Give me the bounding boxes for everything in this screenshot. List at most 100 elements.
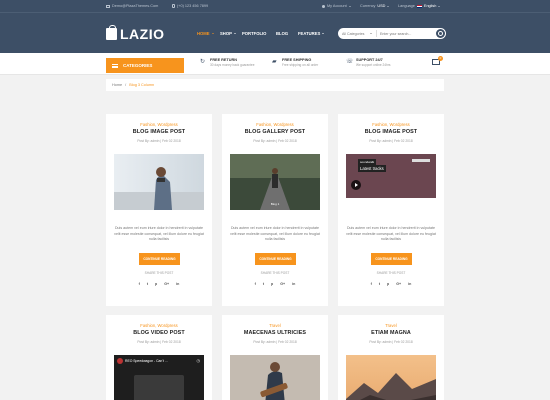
post-category[interactable]: Travel — [338, 323, 444, 328]
soundcloud-logo-icon — [412, 159, 430, 162]
flag-icon — [416, 4, 422, 8]
post-category[interactable]: Fashion, Wordpress — [222, 122, 328, 127]
post-title[interactable]: BLOG GALLERY POST — [222, 129, 328, 135]
linkedin-icon[interactable]: in — [176, 282, 179, 286]
nav-home[interactable]: HOME — [197, 31, 214, 36]
currency-value: USD — [377, 4, 386, 8]
linkedin-icon[interactable]: in — [292, 282, 295, 286]
post-title[interactable]: BLOG IMAGE POST — [106, 129, 212, 135]
nav-features[interactable]: FEATURES — [298, 31, 325, 36]
post-category[interactable]: Fashion, Wordpress — [106, 323, 212, 328]
nav-portfolio[interactable]: PORTFOLIO — [242, 31, 266, 36]
gallery-slide-label: Blog 1 — [270, 202, 280, 206]
feature-support: ☏ SUPPORT 24/7 We support online 24hrs — [346, 58, 391, 67]
video-player[interactable]: REO Speedwagon - Can't ... ◷ — [114, 355, 204, 400]
continue-reading-button[interactable]: CONTINUE READING — [371, 253, 412, 265]
chevron-down-icon — [322, 33, 325, 34]
google-plus-icon[interactable]: G+ — [164, 282, 169, 286]
audio-player[interactable]: soundwalk Latest tracks — [346, 154, 436, 210]
social-share: f t p G+ in — [338, 282, 444, 286]
blog-post-card: Travel ETIAM MAGNA Post By: admin | Feb … — [338, 315, 444, 400]
facebook-icon[interactable]: f — [255, 282, 256, 286]
blog-post-card: Travel MAECENAS ULTRICIES Post By: admin… — [222, 315, 328, 400]
currency-label: Currency — [360, 4, 376, 8]
pinterest-icon[interactable]: p — [271, 282, 273, 286]
nav-home-label: HOME — [197, 31, 210, 36]
blog-post-card: Fashion, Wordpress BLOG GALLERY POST Pos… — [222, 114, 328, 306]
post-title[interactable]: MAECENAS ULTRICIES — [222, 330, 328, 336]
play-icon[interactable] — [351, 180, 361, 190]
nav-shop-label: SHOP — [220, 31, 232, 36]
google-plus-icon[interactable]: G+ — [396, 282, 401, 286]
language-value: English — [423, 4, 437, 8]
post-image[interactable] — [346, 355, 436, 400]
post-category[interactable]: Fashion, Wordpress — [106, 122, 212, 127]
share-label: SHARE THIS POST — [376, 271, 406, 275]
categories-button[interactable]: CATEGORIES — [106, 58, 184, 73]
video-title: REO Speedwagon - Can't ... — [125, 359, 168, 363]
nav-blog[interactable]: BLOG — [276, 31, 288, 36]
facebook-icon[interactable]: f — [139, 282, 140, 286]
channel-avatar — [117, 358, 123, 364]
breadcrumb-separator: / — [125, 83, 127, 87]
social-share: f t p G+ in — [106, 282, 212, 286]
site-logo[interactable]: LAZIO — [106, 25, 165, 42]
search-button[interactable] — [436, 29, 445, 38]
google-plus-icon[interactable]: G+ — [280, 282, 285, 286]
linkedin-icon[interactable]: in — [408, 282, 411, 286]
post-image[interactable] — [230, 355, 320, 400]
blog-post-card: Fashion, Wordpress BLOG IMAGE POST Post … — [106, 114, 212, 306]
feature-free-return: ↻ FREE RETURN 30 days money back guarant… — [200, 58, 254, 67]
twitter-icon[interactable]: t — [379, 282, 380, 286]
feature-subtitle: 30 days money back guarantee — [210, 63, 255, 67]
refresh-icon: ↻ — [200, 59, 206, 65]
email-contact[interactable]: Demo@PlazaThemes.Com — [106, 4, 158, 8]
shopping-bag-icon — [106, 25, 117, 40]
post-category[interactable]: Fashion, Wordpress — [338, 122, 444, 127]
logo-text: LAZIO — [120, 26, 165, 42]
facebook-icon[interactable]: f — [371, 282, 372, 286]
continue-reading-button[interactable]: CONTINUE READING — [255, 253, 296, 265]
currency-selector[interactable]: Currency USD — [360, 4, 390, 8]
divider — [376, 30, 377, 37]
player-track-title: Latest tracks — [358, 165, 386, 172]
categories-label: CATEGORIES — [123, 63, 153, 68]
post-excerpt: Duis autem vel eum iriure dolor in hendr… — [230, 226, 320, 242]
blog-post-card: Fashion, Wordpress BLOG IMAGE POST Post … — [338, 114, 444, 306]
truck-icon: ▰ — [272, 59, 277, 65]
chevron-down-icon — [370, 33, 373, 34]
nav-features-label: FEATURES — [298, 31, 321, 36]
language-selector[interactable]: Language English — [398, 4, 441, 8]
account-label: My Account — [327, 4, 347, 8]
feature-title: FREE SHIPPING — [282, 58, 312, 62]
user-icon — [322, 4, 325, 8]
breadcrumb-home[interactable]: Home — [112, 83, 122, 87]
breadcrumb-current: Blog 3 Column — [129, 83, 155, 87]
post-title[interactable]: ETIAM MAGNA — [338, 330, 444, 336]
post-title[interactable]: BLOG VIDEO POST — [106, 330, 212, 336]
guitarist-image — [230, 355, 320, 400]
pinterest-icon[interactable]: p — [155, 282, 157, 286]
post-title[interactable]: BLOG IMAGE POST — [338, 129, 444, 135]
post-meta: Post By: admin | Feb 02 2018 — [137, 139, 181, 143]
account-menu[interactable]: My Account — [322, 4, 351, 8]
post-excerpt: Duis autem vel eum iriure dolor in hendr… — [114, 226, 204, 242]
phone-contact: (+0) 123 456 7899 — [172, 4, 208, 8]
post-gallery[interactable]: Blog 1 — [230, 154, 320, 210]
clock-icon[interactable]: ◷ — [197, 358, 201, 363]
email-text: Demo@PlazaThemes.Com — [112, 4, 159, 8]
search-category-select[interactable]: All Categories — [342, 32, 373, 36]
post-category[interactable]: Travel — [222, 323, 328, 328]
post-image[interactable] — [114, 154, 204, 210]
support-icon: ☏ — [346, 59, 354, 65]
drum-kit-image — [134, 375, 184, 400]
pinterest-icon[interactable]: p — [387, 282, 389, 286]
search-bar: All Categories Enter your search... — [338, 28, 446, 39]
continue-reading-button[interactable]: CONTINUE READING — [139, 253, 180, 265]
twitter-icon[interactable]: t — [147, 282, 148, 286]
twitter-icon[interactable]: t — [263, 282, 264, 286]
feature-title: SUPPORT 24/7 — [356, 58, 383, 62]
search-input[interactable]: Enter your search... — [380, 32, 411, 36]
site-header: Demo@PlazaThemes.Com (+0) 123 456 7899 M… — [0, 0, 550, 53]
nav-shop[interactable]: SHOP — [220, 31, 236, 36]
